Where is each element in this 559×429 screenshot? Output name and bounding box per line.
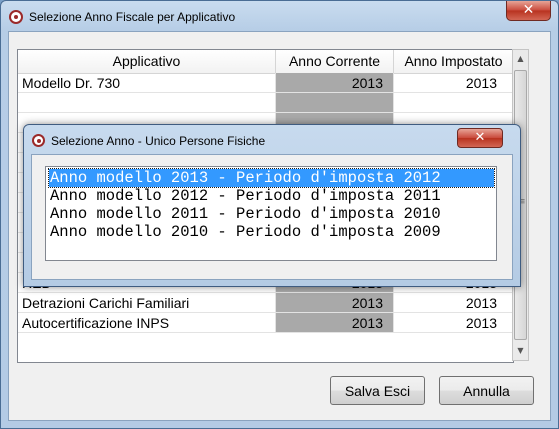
cell-anno-impostato[interactable]: 2013 bbox=[394, 293, 513, 313]
save-exit-button[interactable]: Salva Esci bbox=[330, 376, 425, 405]
main-title-bar[interactable]: Selezione Anno Fiscale per Applicativo bbox=[1, 1, 558, 33]
app-icon bbox=[9, 10, 23, 24]
cell-anno-corrente bbox=[276, 93, 394, 113]
close-icon: ✕ bbox=[522, 2, 535, 18]
cell-anno-impostato[interactable]: 2013 bbox=[394, 73, 513, 93]
main-close-button[interactable]: ✕ bbox=[506, 1, 551, 21]
cell-applicativo: Modello Dr. 730 bbox=[18, 73, 276, 93]
cell-anno-corrente: 2013 bbox=[276, 73, 394, 93]
cell-anno-impostato[interactable] bbox=[394, 93, 513, 113]
cell-applicativo: Detrazioni Carichi Familiari bbox=[18, 293, 276, 313]
close-icon: ✕ bbox=[474, 130, 486, 145]
table-row[interactable]: Modello Dr. 730 2013 2013 bbox=[18, 73, 513, 93]
app-icon bbox=[32, 134, 45, 147]
dialog-close-button[interactable]: ✕ bbox=[457, 128, 503, 148]
column-header-anno-corrente[interactable]: Anno Corrente bbox=[276, 50, 394, 73]
column-header-applicativo[interactable]: Applicativo bbox=[18, 50, 276, 73]
column-header-anno-impostato[interactable]: Anno Impostato bbox=[394, 50, 513, 73]
table-row[interactable] bbox=[18, 93, 513, 113]
table-row[interactable]: Autocertificazione INPS 2013 2013 bbox=[18, 313, 513, 333]
cell-anno-impostato[interactable]: 2013 bbox=[394, 313, 513, 333]
cell-applicativo: Autocertificazione INPS bbox=[18, 313, 276, 333]
list-item[interactable]: Anno modello 2013 - Periodo d'imposta 20… bbox=[48, 168, 495, 188]
cell-anno-corrente: 2013 bbox=[276, 313, 394, 333]
table-header: Applicativo Anno Corrente Anno Impostato bbox=[18, 50, 513, 74]
scroll-up-icon[interactable]: ▲ bbox=[513, 51, 528, 67]
table-row[interactable]: Detrazioni Carichi Familiari 2013 2013 bbox=[18, 293, 513, 313]
dialog-client-area: Anno modello 2013 - Periodo d'imposta 20… bbox=[31, 154, 513, 280]
main-window-title: Selezione Anno Fiscale per Applicativo bbox=[29, 10, 236, 24]
year-listbox[interactable]: Anno modello 2013 - Periodo d'imposta 20… bbox=[45, 166, 497, 261]
cell-anno-corrente: 2013 bbox=[276, 293, 394, 313]
cancel-button[interactable]: Annulla bbox=[439, 376, 534, 405]
dialog-title: Selezione Anno - Unico Persone Fisiche bbox=[51, 134, 266, 148]
list-item[interactable]: Anno modello 2010 - Periodo d'imposta 20… bbox=[49, 223, 494, 241]
list-item[interactable]: Anno modello 2012 - Periodo d'imposta 20… bbox=[49, 187, 494, 205]
list-item[interactable]: Anno modello 2011 - Periodo d'imposta 20… bbox=[49, 205, 494, 223]
year-selection-dialog: Selezione Anno - Unico Persone Fisiche ✕… bbox=[23, 124, 521, 287]
scroll-down-icon[interactable]: ▼ bbox=[513, 343, 528, 359]
cell-applicativo bbox=[18, 93, 276, 113]
dialog-title-bar[interactable]: Selezione Anno - Unico Persone Fisiche bbox=[24, 125, 520, 153]
